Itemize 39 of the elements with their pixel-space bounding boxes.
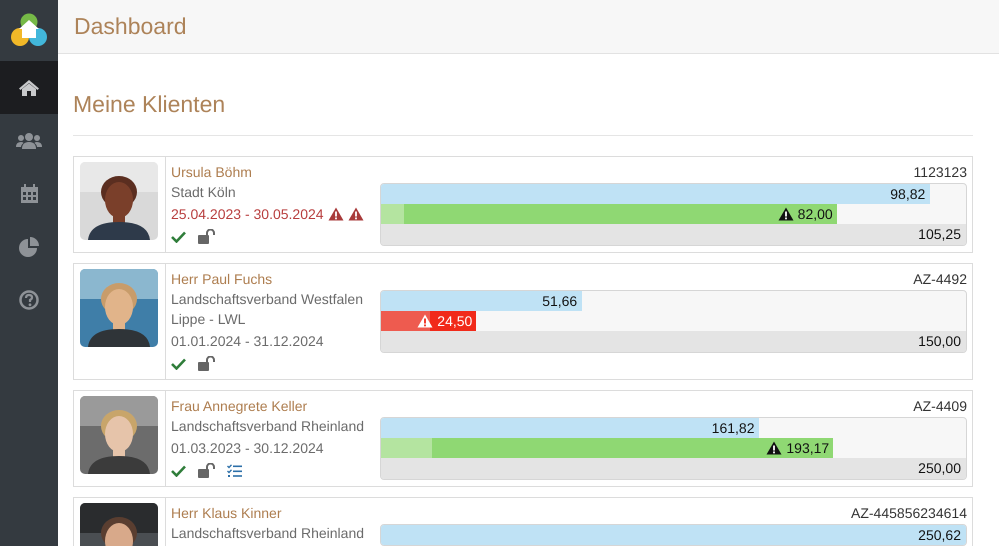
client-name[interactable]: Frau Annegrete Keller [171,396,308,416]
used-value: 161,82 [712,418,754,438]
total-value: 105,25 [918,225,961,244]
date-range: 01.03.2023 - 30.12.2024 [171,438,324,458]
page-title: Dashboard [74,12,187,42]
client-name[interactable]: Ursula Böhm [171,162,252,182]
date-range: 01.01.2024 - 31.12.2024 [171,332,324,350]
planned-value: 193,17 [786,438,830,458]
organization-text: Landschaftsverband Westfalen Lippe - LWL [171,290,364,328]
users-icon [16,132,42,150]
file-number: AZ-4409 [913,396,967,416]
planned-value: 82,00 [798,204,833,224]
calendar-icon [20,184,38,203]
used-value: 98,82 [890,184,926,204]
section-title: Meine Klienten [73,91,226,117]
client-card[interactable]: Herr Paul Fuchs Landschaftsverband Westfalen Lippe - LWL 01.01.2024 - 31.12.2024 AZ-4492 51,66 24,50 150,00 [73,262,973,380]
organization-text: Stadt Köln [171,182,236,202]
warning-icon [328,206,344,220]
warning-icon [348,206,364,220]
client-card[interactable]: Ursula Böhm Stadt Köln 25.04.2023 - 30.05.2024 1123123 98,82 82,00 105,25 [73,156,973,252]
total-value: 150,00 [918,332,961,351]
file-number: 1123123 [914,162,967,182]
organization-text: Landschaftsverband Rheinland [171,416,364,436]
client-name[interactable]: Herr Klaus Kinner [171,502,282,522]
home-icon [18,78,40,96]
pie-chart-icon [19,236,39,256]
client-name[interactable]: Herr Paul Fuchs [171,268,272,288]
used-value: 250,62 [918,526,961,544]
planned-value: 24,50 [437,312,472,330]
client-card[interactable]: Herr Klaus Kinner Landschaftsverband Rheinland AZ-445856234614 250,62 [73,496,973,546]
organization-text: Landschaftsverband Rheinland [171,524,364,542]
total-value: 250,00 [918,459,961,478]
used-value: 51,66 [542,292,578,310]
file-number: AZ-4492 [913,270,967,288]
nav-item[interactable] [0,61,58,114]
help-icon [19,290,39,310]
client-card[interactable]: Frau Annegrete Keller Landschaftsverband Rheinland 01.03.2023 - 30.12.2024 AZ-4409 161,82 193,17 250,00 [73,390,973,486]
date-range: 25.04.2023 - 30.05.2024 [171,204,324,224]
file-number: AZ-445856234614 [851,504,967,522]
